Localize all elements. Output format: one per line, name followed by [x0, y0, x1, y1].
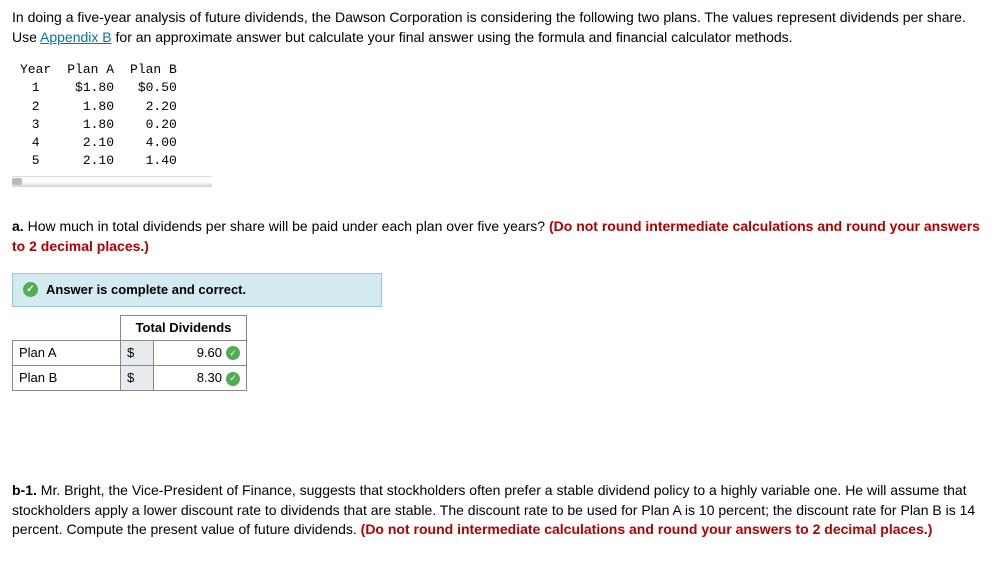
- cell-plan-b: 2.20: [122, 98, 185, 116]
- cell-year: 3: [12, 116, 59, 134]
- dividend-plan-table: Year Plan A Plan B 1 $1.80 $0.50 2 1.80 …: [12, 61, 185, 170]
- answer-currency: $: [121, 340, 154, 365]
- section-a: a. How much in total dividends per share…: [12, 217, 982, 256]
- cell-plan-a: 2.10: [59, 134, 122, 152]
- intro-paragraph: In doing a five-year analysis of future …: [12, 8, 982, 47]
- cell-plan-a: 2.10: [59, 152, 122, 170]
- answer-value: 9.60✓: [154, 340, 247, 365]
- answer-header: Total Dividends: [121, 315, 247, 340]
- col-header-plan-a: Plan A: [59, 61, 122, 79]
- check-icon: ✓: [226, 372, 240, 386]
- col-header-plan-b: Plan B: [122, 61, 185, 79]
- answer-currency: $: [121, 366, 154, 391]
- check-icon: ✓: [226, 346, 240, 360]
- cell-plan-b: 4.00: [122, 134, 185, 152]
- section-b-note: (Do not round intermediate calculations …: [361, 521, 933, 537]
- cell-plan-a: 1.80: [59, 98, 122, 116]
- answer-table: Total Dividends Plan A $ 9.60✓ Plan B $ …: [12, 315, 247, 392]
- blank-cell: [13, 315, 121, 340]
- intro-text-2: for an approximate answer but calculate …: [112, 29, 793, 45]
- cell-year: 5: [12, 152, 59, 170]
- cell-plan-a: $1.80: [59, 79, 122, 97]
- table-scrollbar[interactable]: [12, 176, 212, 187]
- cell-year: 2: [12, 98, 59, 116]
- section-b: b-1. Mr. Bright, the Vice-President of F…: [12, 481, 982, 540]
- section-a-label: a.: [12, 218, 24, 234]
- table-row: 1 $1.80 $0.50: [12, 79, 185, 97]
- appendix-b-link[interactable]: Appendix B: [40, 29, 112, 45]
- table-row: 4 2.10 4.00: [12, 134, 185, 152]
- answer-row: Plan B $ 8.30✓: [13, 366, 247, 391]
- check-icon: ✓: [23, 282, 38, 297]
- cell-plan-b: 0.20: [122, 116, 185, 134]
- cell-plan-b: 1.40: [122, 152, 185, 170]
- answer-status-text: Answer is complete and correct.: [46, 281, 246, 299]
- col-header-year: Year: [12, 61, 59, 79]
- cell-plan-b: $0.50: [122, 79, 185, 97]
- cell-year: 4: [12, 134, 59, 152]
- table-row: 2 1.80 2.20: [12, 98, 185, 116]
- table-row: 5 2.10 1.40: [12, 152, 185, 170]
- answer-value: 8.30✓: [154, 366, 247, 391]
- section-a-question: How much in total dividends per share wi…: [24, 218, 549, 234]
- answer-status-banner: ✓ Answer is complete and correct.: [12, 273, 382, 307]
- answer-row: Plan A $ 9.60✓: [13, 340, 247, 365]
- answer-label: Plan A: [13, 340, 121, 365]
- cell-plan-a: 1.80: [59, 116, 122, 134]
- cell-year: 1: [12, 79, 59, 97]
- section-b-label: b-1.: [12, 482, 37, 498]
- table-row: 3 1.80 0.20: [12, 116, 185, 134]
- answer-label: Plan B: [13, 366, 121, 391]
